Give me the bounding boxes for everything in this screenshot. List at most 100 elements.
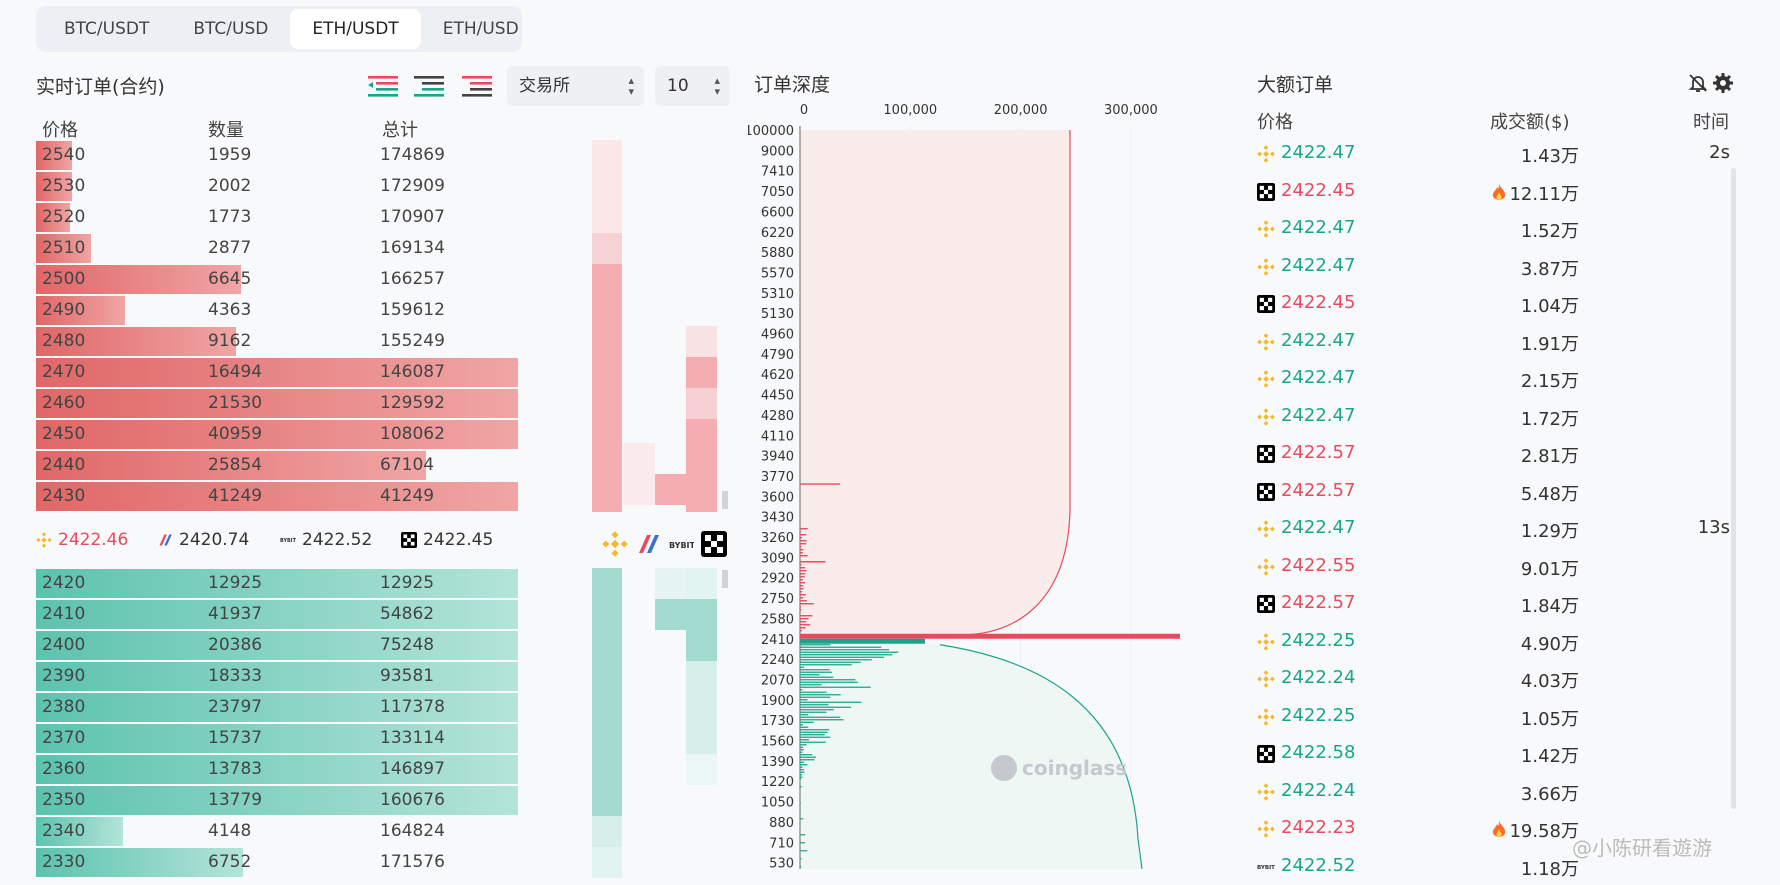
- amount-value: 1.05万: [1520, 708, 1579, 730]
- cell-total: 108062: [380, 424, 445, 444]
- orderbook-title: 实时订单(合约): [36, 76, 165, 98]
- bid-row[interactable]: 2360 13783 146897: [36, 754, 518, 785]
- amount-value: 4.90万: [1520, 633, 1579, 655]
- cell-qty: 41249: [208, 486, 263, 506]
- heat-cell: [592, 816, 622, 847]
- large-order-price: 2422.45: [1281, 292, 1356, 313]
- bid-row[interactable]: 2410 41937 54862: [36, 599, 518, 630]
- large-order-row[interactable]: 2422.57 2.81万: [1257, 435, 1737, 472]
- heat-cell: [686, 754, 717, 785]
- cell-qty: 9162: [208, 331, 252, 351]
- large-order-row[interactable]: 2422.47 3.87万: [1257, 248, 1737, 285]
- large-order-row[interactable]: 2422.57 5.48万: [1257, 473, 1737, 510]
- cell-qty: 4148: [208, 821, 252, 841]
- binance-icon: [1257, 632, 1275, 656]
- ask-row[interactable]: 2500 6645 166257: [36, 264, 518, 295]
- ask-row[interactable]: 2540 1959 174869: [36, 140, 518, 171]
- bid-row[interactable]: 2400 20386 75248: [36, 630, 518, 661]
- layout-asks-icon[interactable]: [460, 73, 494, 99]
- okx-icon: [1257, 445, 1275, 468]
- amount-value: 1.72万: [1520, 408, 1579, 430]
- cell-qty: 6645: [208, 269, 252, 289]
- y-tick-label: 2070: [761, 673, 794, 688]
- gear-icon[interactable]: [1712, 72, 1734, 94]
- okx-icon[interactable]: [701, 531, 727, 557]
- large-order-row[interactable]: 2422.24 3.66万: [1257, 773, 1737, 810]
- large-order-price: 2422.57: [1281, 592, 1356, 613]
- ask-row[interactable]: 2480 9162 155249: [36, 326, 518, 357]
- heat-cell: [686, 388, 717, 419]
- flame-icon: [1491, 183, 1509, 205]
- heat-cell: [686, 661, 717, 692]
- heat-cell: [655, 599, 686, 630]
- ask-row[interactable]: 2440 25854 67104: [36, 450, 518, 481]
- large-order-row[interactable]: 2422.24 4.03万: [1257, 660, 1737, 697]
- cell-price: 2500: [42, 269, 86, 289]
- large-order-price: 2422.47: [1281, 517, 1356, 538]
- mini-scrollbar-top[interactable]: [722, 491, 728, 509]
- binance-icon[interactable]: [602, 531, 628, 557]
- tab-eth-usdt[interactable]: ETH/USDT: [290, 9, 421, 49]
- large-order-row[interactable]: 2422.47 1.43万 2s: [1257, 135, 1737, 172]
- tab-eth-usd[interactable]: ETH/USD: [421, 9, 541, 49]
- large-order-amount: 1.42万: [1521, 742, 1579, 768]
- amount-value: 5.48万: [1520, 483, 1579, 505]
- ask-row[interactable]: 2510 2877 169134: [36, 233, 518, 264]
- large-order-row[interactable]: 2422.47 1.91万: [1257, 323, 1737, 360]
- ask-row[interactable]: 2520 1773 170907: [36, 202, 518, 233]
- amount-value: 4.03万: [1520, 671, 1579, 692]
- large-order-row[interactable]: 2422.57 1.84万: [1257, 585, 1737, 622]
- y-tick-label: 5880: [761, 246, 794, 261]
- large-orders-scrollbar[interactable]: [1731, 168, 1736, 809]
- amount-value: 1.84万: [1520, 596, 1579, 617]
- mini-scrollbar-bottom[interactable]: [722, 570, 728, 588]
- large-order-row[interactable]: 2422.47 1.72万: [1257, 398, 1737, 435]
- depth-chart[interactable]: 0 100,000 200,000 300,000 100000 9000 7410 7050…: [748, 98, 1203, 869]
- bid-row[interactable]: 2350 13779 160676: [36, 785, 518, 816]
- large-order-row[interactable]: 2422.55 9.01万: [1257, 548, 1737, 585]
- ask-row[interactable]: 2450 40959 108062: [36, 419, 518, 450]
- cell-price: 2470: [42, 362, 86, 382]
- bid-row[interactable]: 2340 4148 164824: [36, 816, 518, 847]
- large-order-row[interactable]: 2422.47 1.52万: [1257, 210, 1737, 247]
- bid-row[interactable]: 2390 18333 93581: [36, 661, 518, 692]
- y-tick-label: 4280: [761, 409, 794, 424]
- cell-total: 171576: [380, 852, 445, 872]
- large-order-row[interactable]: 2422.47 2.15万: [1257, 360, 1737, 397]
- cell-price: 2510: [42, 238, 86, 258]
- large-order-row[interactable]: 2422.45 1.04万: [1257, 285, 1737, 322]
- large-order-row[interactable]: 2422.25 1.05万: [1257, 698, 1737, 735]
- y-tick-label: 2240: [761, 653, 794, 668]
- y-tick-label: 3430: [761, 511, 794, 526]
- depth-select[interactable]: 10 ▴ ▾: [655, 66, 730, 106]
- bitmex-icon[interactable]: [635, 531, 661, 557]
- ask-row[interactable]: 2490 4363 159612: [36, 295, 518, 326]
- y-tick-label: 2750: [761, 592, 794, 607]
- ask-row[interactable]: 2460 21530 129592: [36, 388, 518, 419]
- heat-cell: [655, 474, 686, 505]
- tab-btc-usd[interactable]: BTC/USD: [171, 9, 290, 49]
- y-tick-label: 1050: [761, 796, 794, 811]
- y-tick-label: 2580: [761, 612, 794, 627]
- large-order-row[interactable]: 2422.47 1.29万 13s: [1257, 510, 1737, 547]
- y-tick-label: 5130: [761, 307, 794, 322]
- cell-total: 174869: [380, 145, 445, 165]
- ask-row[interactable]: 2470 16494 146087: [36, 357, 518, 388]
- bybit-icon[interactable]: BYBIT: [668, 531, 694, 557]
- tab-btc-usdt[interactable]: BTC/USDT: [42, 9, 171, 49]
- bid-row[interactable]: 2380 23797 117378: [36, 692, 518, 723]
- layout-both-icon[interactable]: [366, 73, 400, 99]
- cell-total: 146897: [380, 759, 445, 779]
- bell-off-icon[interactable]: [1687, 72, 1709, 94]
- bid-row[interactable]: 2330 6752 171576: [36, 847, 518, 878]
- ask-row[interactable]: 2430 41249 41249: [36, 481, 518, 512]
- large-order-price: 2422.47: [1281, 217, 1356, 238]
- layout-bids-icon[interactable]: [412, 73, 446, 99]
- large-order-row[interactable]: 2422.58 1.42万: [1257, 735, 1737, 772]
- large-order-row[interactable]: 2422.45 12.11万: [1257, 173, 1737, 210]
- ask-row[interactable]: 2530 2002 172909: [36, 171, 518, 202]
- exchange-select[interactable]: 交易所 ▴ ▾: [507, 66, 644, 106]
- large-order-row[interactable]: 2422.25 4.90万: [1257, 623, 1737, 660]
- bid-row[interactable]: 2370 15737 133114: [36, 723, 518, 754]
- bid-row[interactable]: 2420 12925 12925: [36, 568, 518, 599]
